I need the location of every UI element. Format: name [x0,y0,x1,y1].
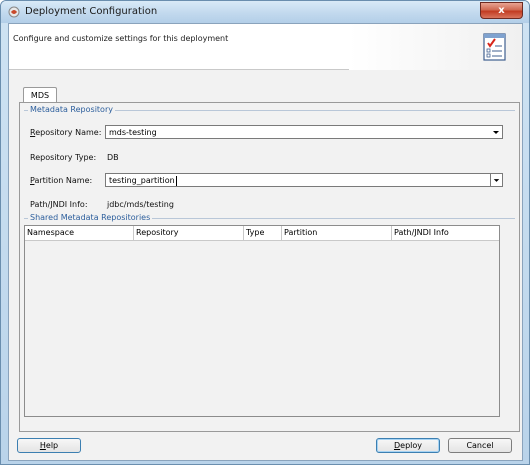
header-panel: Configure and customize settings for thi… [9,24,522,70]
app-icon [8,6,20,18]
window-title: Deployment Configuration [25,6,158,17]
checklist-icon [483,33,506,61]
column-header-jndi[interactable]: Path/JNDI Info [392,226,499,241]
cancel-button[interactable]: Cancel [448,438,512,453]
help-button[interactable]: Help [17,438,81,453]
table-header: Namespace Repository Type Partition Path… [25,226,499,241]
text-cursor [175,175,177,186]
help-button-label-rest: elp [45,441,59,450]
deploy-button[interactable]: Deploy [376,438,440,453]
repository-type-value: DB [107,153,119,162]
partition-name-label-rest: artition Name: [34,176,93,185]
tab-mds[interactable]: MDS [23,87,57,103]
repository-name-label-rest: epository Name: [35,128,102,137]
repository-name-label: Repository Name: [30,128,102,137]
close-button[interactable]: x [480,2,523,19]
jndi-value: jdbc/mds/testing [107,200,174,209]
dialog-body: Configure and customize settings for thi… [8,23,523,461]
column-header-repository[interactable]: Repository [134,226,244,241]
jndi-label: Path/JNDI Info: [30,200,88,209]
column-header-namespace[interactable]: Namespace [25,226,134,241]
partition-name-value: testing_partition [109,176,175,185]
deploy-button-label-rest: eploy [400,441,423,450]
shared-repositories-table[interactable]: Namespace Repository Type Partition Path… [24,225,500,417]
dialog-window: Deployment Configuration x Configure and… [0,0,530,465]
column-header-partition[interactable]: Partition [282,226,392,241]
column-header-type[interactable]: Type [244,226,282,241]
repository-type-label: Repository Type: [30,153,97,162]
close-icon: x [498,5,505,16]
shared-repositories-group-title: Shared Metadata Repositories [28,213,153,222]
chevron-down-icon[interactable] [490,126,502,138]
header-description: Configure and customize settings for thi… [13,34,229,43]
repository-name-value: mds-testing [109,128,157,137]
chevron-down-icon[interactable] [490,174,502,186]
title-bar[interactable]: Deployment Configuration x [1,1,529,23]
partition-name-input[interactable]: testing_partition [109,175,177,186]
partition-name-label: Partition Name: [30,176,93,185]
partition-name-combo[interactable]: testing_partition [105,173,503,187]
metadata-repository-group-title: Metadata Repository [28,105,115,114]
repository-name-select[interactable]: mds-testing [105,125,503,139]
